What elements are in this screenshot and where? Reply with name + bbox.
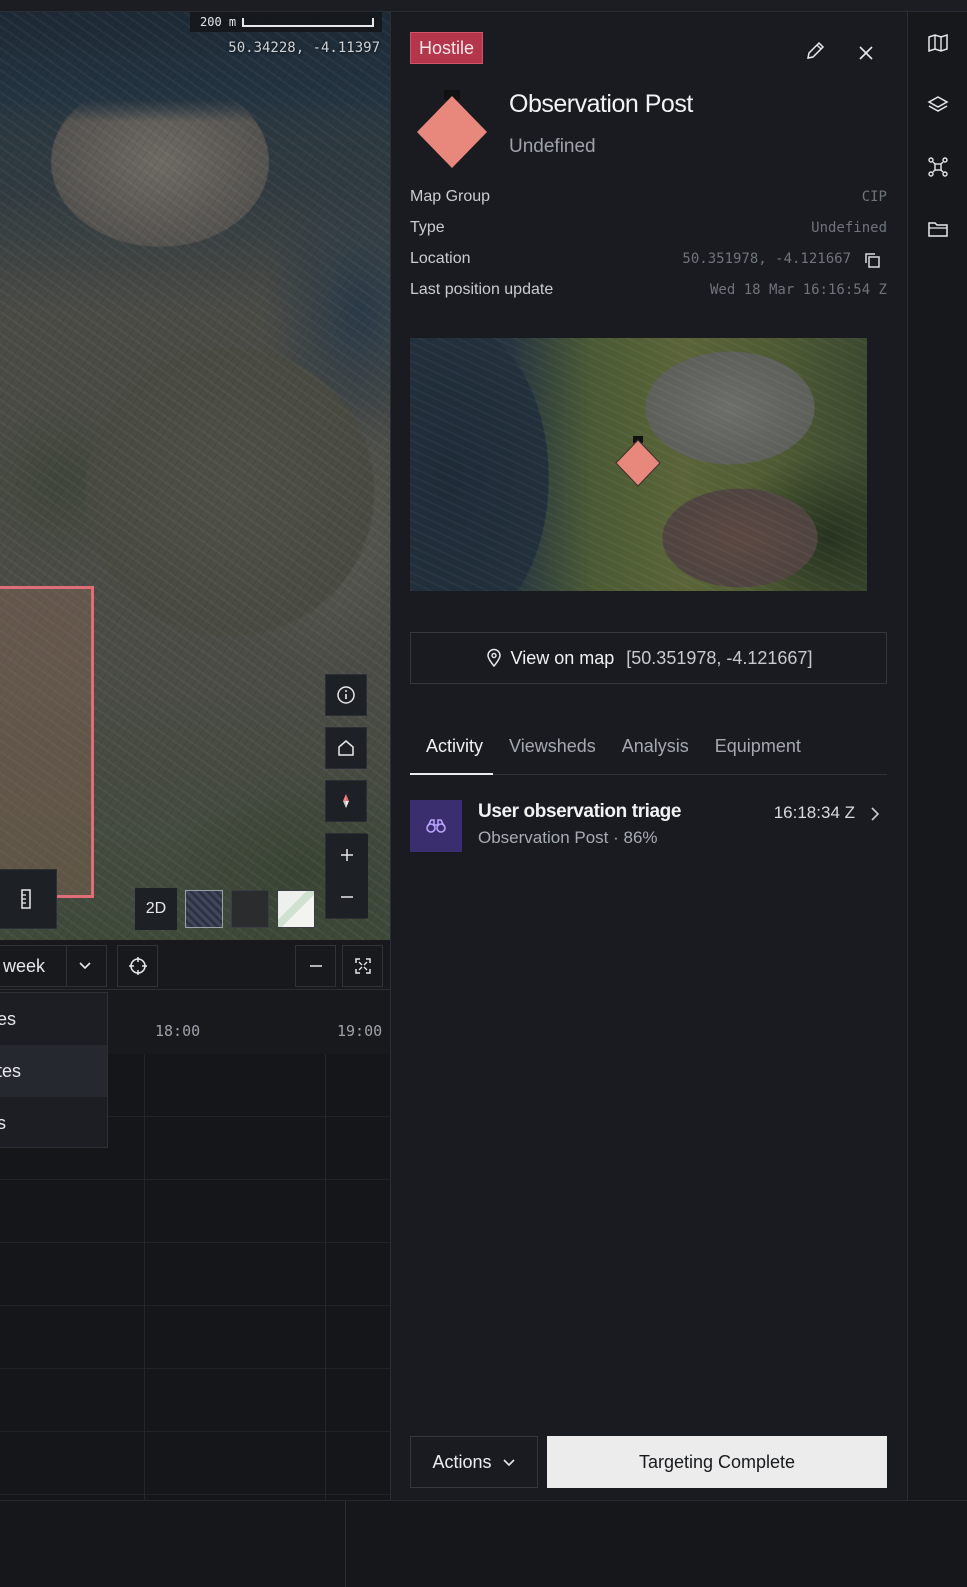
minus-icon xyxy=(309,965,322,967)
recenter-button[interactable] xyxy=(117,945,158,987)
timeline-zoom-out-button[interactable] xyxy=(295,945,336,987)
chevron-down-icon xyxy=(502,1459,515,1467)
compass-button[interactable] xyxy=(325,780,367,822)
view-on-map-button[interactable]: View on map [50.351978, -4.121667] xyxy=(410,632,887,684)
map-controls xyxy=(325,674,368,919)
time-label: 19:00 xyxy=(337,1022,383,1040)
chevron-down-icon xyxy=(79,962,91,970)
activity-subtitle: Observation Post · 86% xyxy=(478,828,658,847)
timeline-range-label: week xyxy=(3,955,46,976)
divider xyxy=(345,1501,346,1587)
basemap-dark[interactable] xyxy=(231,890,269,928)
zoom-controls xyxy=(325,833,368,919)
map-view[interactable]: 200 m 50.34228, -4.11397 2D xyxy=(0,12,392,950)
activity-icon xyxy=(410,800,462,852)
tab-viewsheds[interactable]: Viewsheds xyxy=(493,730,606,775)
view-mode-toggle[interactable]: 2D xyxy=(135,888,177,930)
network-icon[interactable] xyxy=(927,156,949,178)
map-scale: 200 m xyxy=(190,12,382,32)
right-rail xyxy=(908,12,967,1500)
binoculars-icon xyxy=(426,819,446,833)
location-value: 50.351978, -4.121667 xyxy=(682,251,851,267)
basemap-switcher: 2D xyxy=(135,888,315,930)
edit-button[interactable] xyxy=(804,40,828,64)
location-pin-icon xyxy=(486,648,501,668)
map-area-outline[interactable] xyxy=(0,586,94,898)
zoom-out-button[interactable] xyxy=(326,876,368,918)
tab-analysis[interactable]: Analysis xyxy=(606,730,699,775)
info-icon xyxy=(337,686,355,704)
copy-icon[interactable] xyxy=(863,251,881,269)
expand-icon xyxy=(354,958,371,974)
bottom-bar xyxy=(0,1500,967,1587)
layers-icon[interactable] xyxy=(927,94,949,116)
property-label: Location xyxy=(410,250,471,267)
timeline-range-select[interactable]: week xyxy=(0,945,107,987)
hostile-symbol-icon xyxy=(417,90,487,168)
close-button[interactable] xyxy=(855,42,877,64)
scale-bar xyxy=(242,17,375,27)
activity-title: User observation triage xyxy=(478,801,682,822)
compass-icon xyxy=(343,794,349,808)
timeline-toolbar: week xyxy=(0,940,390,990)
hostile-marker-icon xyxy=(615,436,661,487)
actions-button[interactable]: Actions xyxy=(410,1436,538,1488)
targeting-complete-button[interactable]: Targeting Complete xyxy=(547,1436,887,1488)
time-label: 18:00 xyxy=(155,1022,201,1040)
info-button[interactable] xyxy=(325,674,367,716)
location-preview-map[interactable] xyxy=(410,338,867,591)
activity-item[interactable]: User observation triage Observation Post… xyxy=(410,800,887,856)
property-row: Map Group CIP xyxy=(410,186,887,217)
property-row: Last position update Wed 18 Mar 16:16:54… xyxy=(410,279,887,310)
detail-tabs: Activity Viewsheds Analysis Equipment xyxy=(410,730,887,775)
home-button[interactable] xyxy=(325,727,367,769)
property-value: Undefined xyxy=(811,220,887,236)
entity-title: Observation Post xyxy=(509,90,693,118)
activity-time: 16:18:34 Z xyxy=(773,803,855,822)
expand-button[interactable] xyxy=(342,945,383,987)
property-label: Last position update xyxy=(410,281,554,298)
tab-equipment[interactable]: Equipment xyxy=(699,730,811,775)
pencil-icon xyxy=(807,41,825,59)
map-icon[interactable] xyxy=(927,32,949,54)
entity-properties: Map Group CIP Type Undefined Location 50… xyxy=(410,186,887,310)
basemap-light[interactable] xyxy=(277,890,315,928)
affiliation-badge: Hostile xyxy=(410,32,484,64)
zoom-in-button[interactable] xyxy=(326,834,368,876)
detail-panel: Hostile Observation Post Undefined Map G… xyxy=(390,12,908,1500)
dropdown-item[interactable]: s xyxy=(0,1097,107,1149)
property-value: Wed 18 Mar 16:16:54 Z xyxy=(709,282,887,298)
divider xyxy=(66,946,67,986)
close-icon xyxy=(859,46,873,60)
zoom-out-icon xyxy=(341,896,353,898)
folder-icon[interactable] xyxy=(927,218,949,240)
view-on-map-label: View on map xyxy=(510,647,615,668)
dropdown-item[interactable]: es xyxy=(0,993,107,1045)
property-row: Type Undefined xyxy=(410,217,887,248)
basemap-satellite[interactable] xyxy=(185,890,223,928)
scale-label: 200 m xyxy=(200,15,237,29)
tab-activity[interactable]: Activity xyxy=(410,730,494,775)
property-value: CIP xyxy=(861,189,887,205)
home-icon xyxy=(338,740,354,756)
top-bar xyxy=(0,0,967,12)
property-row: Location 50.351978, -4.121667 xyxy=(410,248,887,279)
entity-subtitle: Undefined xyxy=(509,136,596,157)
crosshair-icon xyxy=(128,957,147,975)
dropdown-item[interactable]: tes xyxy=(0,1045,107,1097)
timeline-range-dropdown: es tes s xyxy=(0,992,108,1148)
view-on-map-coords: [50.351978, -4.121667] xyxy=(626,647,813,668)
property-label: Map Group xyxy=(410,188,491,205)
property-label: Type xyxy=(410,219,445,236)
chevron-right-icon xyxy=(871,807,880,821)
measure-button[interactable] xyxy=(0,869,57,929)
actions-label: Actions xyxy=(432,1451,492,1472)
zoom-in-icon xyxy=(341,849,353,861)
cursor-coordinates: 50.34228, -4.11397 xyxy=(228,40,380,56)
ruler-icon xyxy=(20,889,31,909)
